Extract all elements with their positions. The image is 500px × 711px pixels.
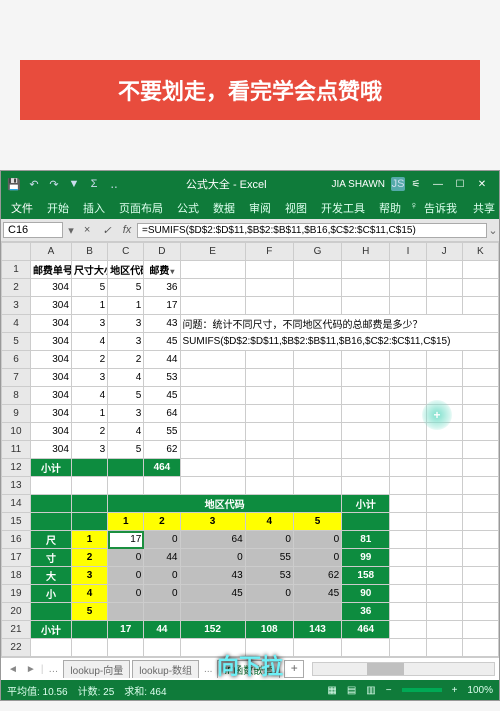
sum-icon[interactable]: Σ [87, 177, 101, 191]
enter-icon[interactable]: ✓ [97, 224, 117, 237]
sheet-nav-prev[interactable]: ◄ [5, 664, 21, 675]
titlebar: 💾 ↶ ↷ ▼ Σ ‥ 公式大全 - Excel JIA SHAWN JS ⚟ … [1, 171, 499, 197]
close-icon[interactable]: ✕ [471, 177, 493, 191]
avatar[interactable]: JS [391, 177, 405, 191]
status-bar: 平均值: 10.56 计数: 25 求和: 464 ▦ ▤ ▥ − + 100% [1, 680, 499, 700]
cancel-icon[interactable]: × [77, 224, 97, 236]
filter-icon[interactable]: ▼ [67, 177, 81, 191]
cursor-highlight [422, 400, 452, 430]
fx-icon[interactable]: fx [117, 224, 137, 236]
horizontal-scrollbar[interactable] [312, 662, 495, 676]
tab-home[interactable]: 开始 [41, 198, 75, 218]
tab-review[interactable]: 审阅 [243, 198, 277, 218]
spreadsheet-grid[interactable]: ABCDEFGHIJK1邮费单号▾尺寸大小▾地区代码▾邮费▾2304553633… [1, 242, 499, 657]
tab-dev[interactable]: 开发工具 [315, 198, 371, 218]
formula-expand-icon[interactable]: ⌄ [487, 224, 499, 237]
formula-input[interactable]: =SUMIFS($D$2:$D$11,$B$2:$B$11,$B16,$C$2:… [137, 223, 487, 238]
status-avg: 平均值: 10.56 [7, 683, 68, 698]
namebox-dropdown-icon[interactable]: ▾ [65, 224, 77, 237]
ribbon: 文件 开始 插入 页面布局 公式 数据 审阅 视图 开发工具 帮助 ♀ 告诉我 … [1, 197, 499, 219]
zoom-in-icon[interactable]: + [452, 685, 458, 696]
more-icon[interactable]: ‥ [107, 177, 121, 191]
tab-view[interactable]: 视图 [279, 198, 313, 218]
formula-bar: C16 ▾ × ✓ fx =SUMIFS($D$2:$D$11,$B$2:$B$… [1, 219, 499, 242]
save-icon[interactable]: 💾 [7, 177, 21, 191]
sheet-nav-next[interactable]: ► [23, 664, 39, 675]
status-count: 计数: 25 [78, 683, 115, 698]
tellme[interactable]: 告诉我 [424, 200, 457, 216]
user-name[interactable]: JIA SHAWN [331, 179, 385, 190]
ribbon-options-icon[interactable]: ⚟ [405, 177, 427, 191]
share-button[interactable]: 共享 [473, 200, 495, 216]
tab-layout[interactable]: 页面布局 [113, 198, 169, 218]
sheet-dots[interactable]: … [45, 664, 61, 675]
zoom-slider[interactable] [402, 688, 442, 692]
view-normal-icon[interactable]: ▦ [327, 685, 336, 696]
sheet-dots[interactable]: ... [201, 664, 215, 675]
tab-formula[interactable]: 公式 [171, 198, 205, 218]
tab-help[interactable]: 帮助 [373, 198, 407, 218]
maximize-icon[interactable]: ☐ [449, 177, 471, 191]
banner: 不要划走，看完学会点赞哦 [20, 60, 480, 120]
tab-data[interactable]: 数据 [207, 198, 241, 218]
status-sum: 求和: 464 [124, 683, 166, 698]
caption-overlay: 向下拉 [217, 649, 283, 681]
zoom-level[interactable]: 100% [467, 685, 493, 696]
new-sheet-button[interactable]: + [284, 660, 304, 678]
tellme-icon[interactable]: ♀ [410, 200, 418, 216]
undo-icon[interactable]: ↶ [27, 177, 41, 191]
quick-access-toolbar: 💾 ↶ ↷ ▼ Σ ‥ [7, 177, 121, 191]
tab-insert[interactable]: 插入 [77, 198, 111, 218]
view-break-icon[interactable]: ▥ [366, 685, 375, 696]
name-box[interactable]: C16 [3, 222, 63, 238]
minimize-icon[interactable]: — [427, 177, 449, 191]
excel-window: 💾 ↶ ↷ ▼ Σ ‥ 公式大全 - Excel JIA SHAWN JS ⚟ … [0, 170, 500, 701]
sheet-tab[interactable]: lookup-数组 [132, 660, 199, 678]
sheet-tab[interactable]: lookup-向量 [63, 660, 130, 678]
window-title: 公式大全 - Excel [121, 176, 331, 192]
view-layout-icon[interactable]: ▤ [347, 685, 356, 696]
tab-file[interactable]: 文件 [5, 198, 39, 218]
zoom-out-icon[interactable]: − [386, 685, 392, 696]
redo-icon[interactable]: ↷ [47, 177, 61, 191]
